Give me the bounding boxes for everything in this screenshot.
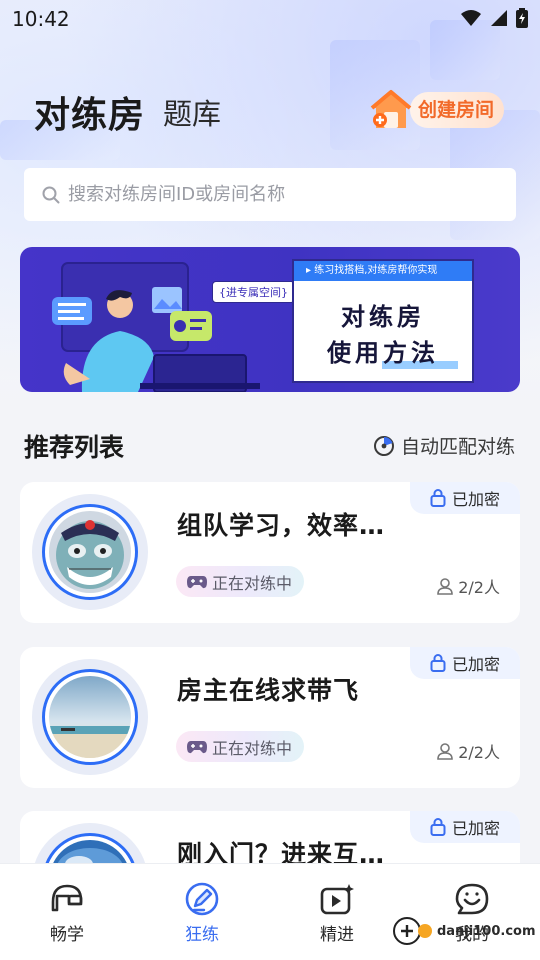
- auto-match-label: 自动匹配对练: [400, 436, 515, 458]
- tab-question-bank[interactable]: 题库: [163, 91, 221, 133]
- member-count-label: 2/2人: [458, 578, 500, 597]
- encrypted-badge: 已加密: [410, 811, 520, 843]
- search-input[interactable]: [68, 184, 508, 205]
- room-status-label: 正在对练中: [212, 573, 293, 593]
- status-icons: [460, 8, 528, 28]
- pen-icon: [185, 882, 219, 916]
- video-icon: [320, 884, 354, 915]
- banner-title-line1: 对练房: [341, 303, 425, 331]
- banner-title-line2: 使用方法: [327, 339, 439, 367]
- encrypted-label: 已加密: [452, 819, 501, 838]
- avatar: [32, 494, 148, 610]
- person-icon: [437, 743, 454, 760]
- member-count: 2/2人: [436, 574, 500, 598]
- member-count-label: 2/2人: [458, 743, 500, 762]
- room-name: 组队学习，效率…: [177, 511, 386, 540]
- usage-guide-banner[interactable]: {进专属空间} ▸ 练习找搭档,对练房帮你实现 对练房 使用方法: [20, 247, 520, 392]
- nav-item-advance[interactable]: 精进: [297, 882, 377, 945]
- nav-item-learn[interactable]: 畅学: [27, 882, 107, 945]
- room-card[interactable]: 已加密 组队学习，效率… 正在对练中 2/2人: [20, 482, 520, 623]
- nav-item-practice[interactable]: 狂练: [162, 882, 242, 945]
- nav-label: 精进: [320, 925, 354, 945]
- room-card[interactable]: 已加密 房主在线求带飞 正在对练中 2/2人: [20, 647, 520, 788]
- nav-label: 狂练: [185, 925, 219, 945]
- encrypted-label: 已加密: [452, 655, 501, 674]
- room-status-badge: 正在对练中: [176, 566, 305, 597]
- auto-match-button[interactable]: 自动匹配对练: [373, 432, 515, 459]
- banner-illustration: [52, 262, 260, 392]
- smile-chat-icon: [455, 883, 489, 915]
- status-bar: 10:42: [0, 0, 540, 36]
- room-status-label: 正在对练中: [212, 738, 293, 758]
- room-name: 房主在线求带飞: [177, 676, 360, 705]
- signal-icon: [491, 10, 507, 26]
- watermark-text: danji100.com: [437, 923, 536, 939]
- search-icon: [42, 186, 60, 203]
- lock-icon: [430, 818, 446, 836]
- section-title: 推荐列表: [24, 433, 125, 462]
- encrypted-badge: 已加密: [410, 482, 520, 514]
- member-count: 2/2人: [436, 739, 500, 763]
- banner-card: ▸ 练习找搭档,对练房帮你实现 对练房 使用方法: [292, 259, 474, 383]
- create-room-button[interactable]: 创建房间: [368, 88, 514, 132]
- lock-icon: [430, 489, 446, 507]
- encrypted-label: 已加密: [452, 490, 501, 509]
- encrypted-badge: 已加密: [410, 647, 520, 679]
- room-status-badge: 正在对练中: [176, 731, 305, 762]
- nav-label: 畅学: [50, 925, 84, 945]
- wifi-icon: [461, 10, 481, 26]
- battery-icon: [516, 8, 528, 28]
- avatar: [32, 659, 148, 775]
- page-title[interactable]: 对练房: [34, 86, 145, 138]
- search-bar[interactable]: [24, 168, 516, 221]
- create-room-label: 创建房间: [410, 92, 505, 128]
- helmet-icon: [51, 884, 83, 912]
- radar-icon: [373, 435, 394, 456]
- avatar-image: [49, 511, 131, 593]
- person-icon: [437, 578, 454, 595]
- banner-card-subtitle: ▸ 练习找搭档,对练房帮你实现: [294, 261, 472, 281]
- gamepad-icon: [187, 740, 207, 753]
- avatar-image: [49, 676, 131, 758]
- banner-tag: {进专属空间}: [212, 281, 295, 303]
- status-time: 10:42: [12, 7, 70, 31]
- house-icon: [368, 88, 414, 132]
- site-watermark: danji100.com: [393, 916, 536, 946]
- watermark-logo-icon: [393, 917, 432, 945]
- lock-icon: [430, 654, 446, 672]
- gamepad-icon: [187, 575, 207, 588]
